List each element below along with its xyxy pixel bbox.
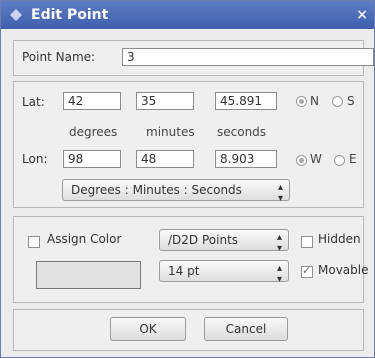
lat-degrees-input[interactable] xyxy=(63,92,121,110)
lat-minutes-input[interactable] xyxy=(136,92,194,110)
lat-north-label: N xyxy=(310,94,319,108)
assign-color-label: Assign Color xyxy=(47,232,122,246)
color-swatch-button[interactable] xyxy=(36,261,141,289)
lon-east-radio[interactable] xyxy=(334,155,345,166)
movable-label: Movable xyxy=(318,263,369,277)
window-title: Edit Point xyxy=(31,7,109,23)
lon-west-radio[interactable] xyxy=(296,155,307,166)
close-icon[interactable]: × xyxy=(356,7,368,23)
updown-arrows-icon: ▴ ▾ xyxy=(276,263,282,285)
lon-degrees-input[interactable] xyxy=(63,150,121,168)
size-select[interactable]: 14 pt ▴ ▾ xyxy=(159,260,289,285)
lon-minutes-input[interactable] xyxy=(136,150,194,168)
symbol-select-value: /D2D Points xyxy=(168,233,239,247)
lon-label: Lon: xyxy=(22,152,48,166)
lon-east-label: E xyxy=(349,152,357,166)
lon-seconds-input[interactable] xyxy=(215,150,277,168)
lat-south-label: S xyxy=(347,94,355,108)
movable-checkbox[interactable] xyxy=(301,264,313,278)
degrees-caption: degrees xyxy=(69,125,118,139)
assign-color-checkbox[interactable] xyxy=(28,236,40,248)
size-select-value: 14 pt xyxy=(168,264,200,278)
buttons-panel: OK Cancel xyxy=(13,309,364,351)
ok-button[interactable]: OK xyxy=(110,317,186,341)
edit-point-dialog: Edit Point × Point Name: Lat: N S degree… xyxy=(0,0,375,358)
point-name-panel: Point Name: xyxy=(13,40,374,76)
title-bar: Edit Point × xyxy=(1,1,374,29)
hidden-label: Hidden xyxy=(318,232,361,246)
coordinate-format-value: Degrees : Minutes : Seconds xyxy=(71,183,242,197)
lat-seconds-input[interactable] xyxy=(215,92,277,110)
app-icon xyxy=(10,9,22,21)
lat-label: Lat: xyxy=(22,95,45,109)
hidden-checkbox[interactable] xyxy=(301,236,313,248)
lon-west-label: W xyxy=(310,152,322,166)
symbol-select[interactable]: /D2D Points ▴ ▾ xyxy=(159,229,289,254)
updown-arrows-icon: ▴ ▾ xyxy=(276,232,282,254)
point-name-input[interactable] xyxy=(122,48,374,66)
minutes-caption: minutes xyxy=(146,125,195,139)
coordinates-panel: Lat: N S degrees minutes seconds Lon: W … xyxy=(13,81,364,208)
style-panel: Assign Color /D2D Points ▴ ▾ Hidden 14 pt… xyxy=(13,216,368,303)
updown-arrows-icon: ▴ ▾ xyxy=(277,182,283,204)
seconds-caption: seconds xyxy=(217,125,267,139)
lat-south-radio[interactable] xyxy=(332,96,343,107)
coordinate-format-select[interactable]: Degrees : Minutes : Seconds ▴ ▾ xyxy=(62,179,290,204)
point-name-label: Point Name: xyxy=(22,50,96,64)
lat-north-radio[interactable] xyxy=(296,96,307,107)
cancel-button[interactable]: Cancel xyxy=(204,317,288,341)
